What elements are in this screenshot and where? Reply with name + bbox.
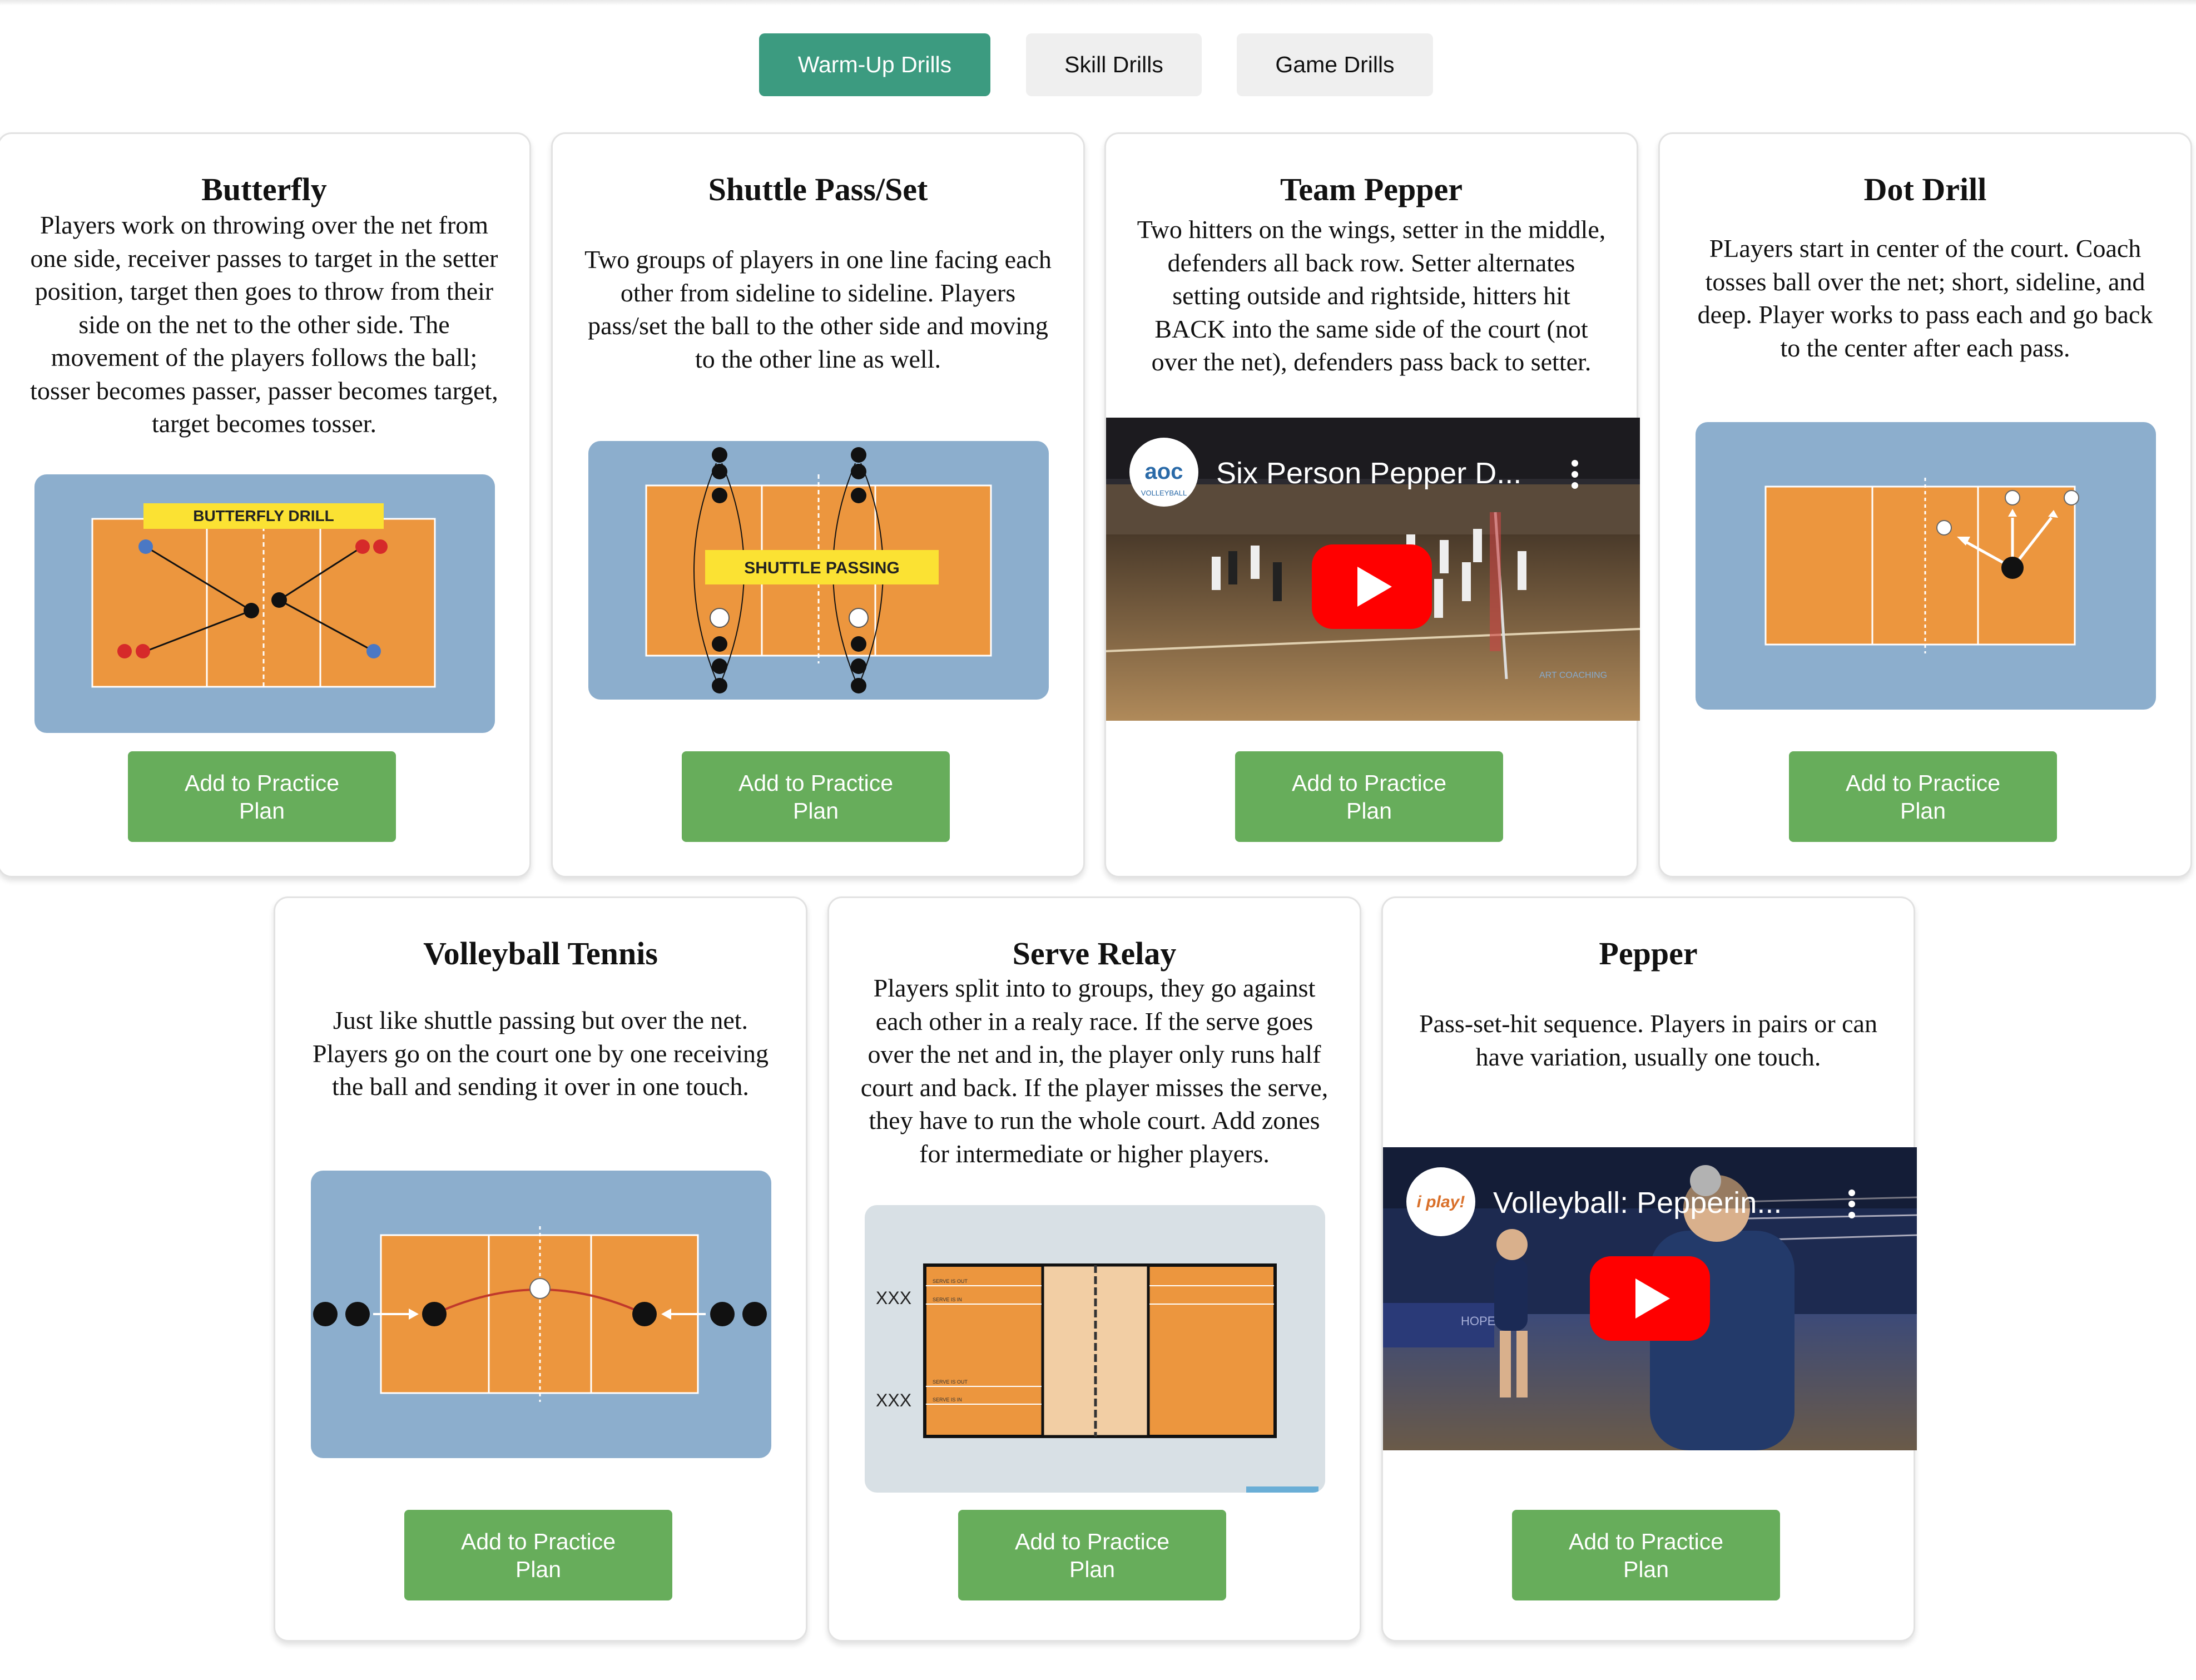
diagram-label: BUTTERFLY DRILL bbox=[193, 507, 334, 524]
button-label: Add to Practice Plan bbox=[738, 770, 894, 824]
drill-card-shuttle-pass-set: Shuttle Pass/Set Two groups of players i… bbox=[551, 132, 1085, 878]
add-to-practice-plan-button[interactable]: Add to Practice Plan bbox=[1512, 1510, 1780, 1600]
drill-description: Players work on throwing over the net fr… bbox=[30, 211, 498, 438]
drill-title: Pepper bbox=[1599, 935, 1698, 972]
drill-description: Pass-set-hit sequence. Players in pairs … bbox=[1419, 1009, 1877, 1071]
video-watermark: HOPE bbox=[1461, 1314, 1495, 1328]
drill-description: Two groups of players in one line facing… bbox=[584, 245, 1052, 373]
add-to-practice-plan-button[interactable]: Add to Practice Plan bbox=[404, 1510, 672, 1600]
pepper-video[interactable]: HOPE i play! Volleyball: Pepperin... bbox=[1383, 1147, 1917, 1450]
drill-card-butterfly: Butterfly Players work on throwing over … bbox=[0, 132, 531, 878]
drill-title: Serve Relay bbox=[1012, 935, 1177, 972]
button-label: Add to Practice Plan bbox=[1291, 770, 1447, 824]
drill-description: Players split into to groups, they go ag… bbox=[860, 974, 1328, 1168]
diagram-label: SHUTTLE PASSING bbox=[744, 559, 899, 577]
add-to-practice-plan-button[interactable]: Add to Practice Plan bbox=[1235, 751, 1503, 842]
video-title: Volleyball: Pepperin... bbox=[1493, 1186, 1782, 1220]
button-label: Add to Practice Plan bbox=[1568, 1528, 1724, 1582]
drill-description: Just like shuttle passing but over the n… bbox=[312, 1006, 769, 1101]
player-row: XXX bbox=[876, 1390, 911, 1410]
drill-description: PLayers start in center of the court. Co… bbox=[1697, 234, 2153, 362]
button-label: Add to Practice Plan bbox=[460, 1528, 616, 1582]
channel-name: i play! bbox=[1417, 1193, 1465, 1211]
top-shadow bbox=[0, 0, 2196, 6]
drill-title: Volleyball Tennis bbox=[423, 935, 658, 972]
video-title: Six Person Pepper D... bbox=[1216, 457, 1521, 490]
tab-skill-drills[interactable]: Skill Drills bbox=[1026, 33, 1202, 96]
drill-title: Dot Drill bbox=[1863, 171, 1987, 207]
drill-description: Two hitters on the wings, setter in the … bbox=[1137, 215, 1606, 376]
player-row: XXX bbox=[876, 1288, 911, 1308]
button-label: Add to Practice Plan bbox=[1845, 770, 2001, 824]
dot-drill-diagram bbox=[1696, 422, 2156, 710]
zone-mark: SERVE IS OUT bbox=[933, 1278, 968, 1284]
zone-mark: SERVE IS IN bbox=[933, 1297, 962, 1302]
drill-card-dot-drill: Dot Drill PLayers start in center of the… bbox=[1658, 132, 2192, 878]
add-to-practice-plan-button[interactable]: Add to Practice Plan bbox=[958, 1510, 1226, 1600]
volleyball-tennis-diagram bbox=[311, 1171, 771, 1458]
add-to-practice-plan-button[interactable]: Add to Practice Plan bbox=[128, 751, 396, 842]
video-watermark: ART COACHING bbox=[1539, 671, 1607, 680]
butterfly-diagram: BUTTERFLY DRILL bbox=[34, 474, 495, 733]
team-pepper-video[interactable]: aoc VOLLEYBALL Six Person Pepper D... AR… bbox=[1106, 418, 1640, 721]
drill-card-serve-relay: Serve Relay Players split into to groups… bbox=[827, 896, 1361, 1642]
serve-relay-diagram: SERVE IS OUT SERVE IS IN SERVE IS OUT SE… bbox=[865, 1205, 1325, 1493]
add-to-practice-plan-button[interactable]: Add to Practice Plan bbox=[1789, 751, 2057, 842]
drill-card-team-pepper: Team Pepper Two hitters on the wings, se… bbox=[1104, 132, 1640, 878]
svg-text:aoc: aoc bbox=[1145, 459, 1183, 484]
zone-mark: SERVE IS IN bbox=[933, 1397, 962, 1403]
button-label: Add to Practice Plan bbox=[184, 770, 340, 824]
add-to-practice-plan-button[interactable]: Add to Practice Plan bbox=[682, 751, 950, 842]
drill-card-pepper: Pepper Pass-set-hit sequence. Players in… bbox=[1381, 896, 1917, 1642]
drill-title: Team Pepper bbox=[1280, 171, 1463, 207]
zone-mark: SERVE IS OUT bbox=[933, 1379, 968, 1385]
button-label: Add to Practice Plan bbox=[1014, 1528, 1170, 1582]
channel-name: VOLLEYBALL bbox=[1141, 489, 1187, 497]
drill-title: Butterfly bbox=[201, 171, 327, 207]
drill-card-volleyball-tennis: Volleyball Tennis Just like shuttle pass… bbox=[274, 896, 807, 1642]
tab-warm-up-drills[interactable]: Warm-Up Drills bbox=[759, 33, 990, 96]
shuttle-passing-diagram: SHUTTLE PASSING bbox=[588, 441, 1049, 700]
tab-game-drills[interactable]: Game Drills bbox=[1237, 33, 1433, 96]
drill-title: Shuttle Pass/Set bbox=[708, 171, 928, 207]
